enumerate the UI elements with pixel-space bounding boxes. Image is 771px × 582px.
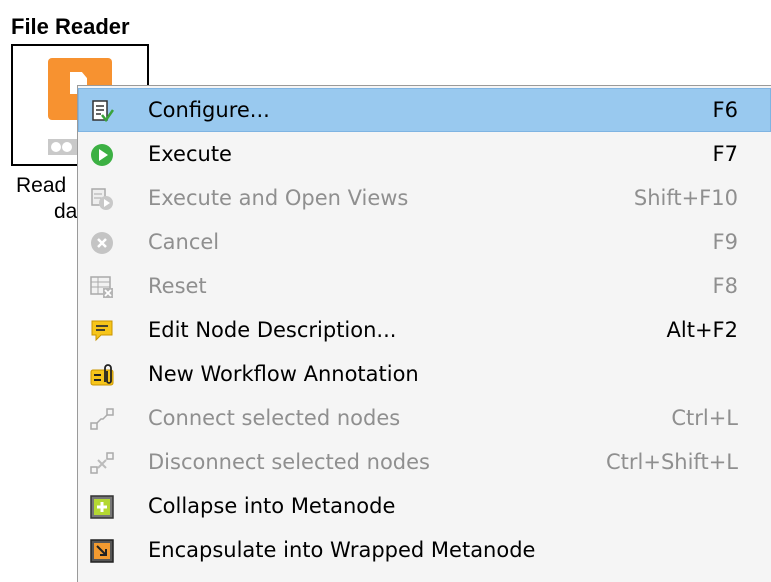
menu-item-label: Cancel — [148, 230, 220, 254]
menu-item-cancel[interactable]: Cancel F9 — [78, 220, 771, 264]
menu-item-collapse-into-metanode[interactable]: Collapse into Metanode — [78, 484, 771, 528]
menu-item-shortcut: Alt+F2 — [666, 318, 738, 342]
menu-item-shortcut: Shift+F10 — [633, 186, 738, 210]
menu-item-new-workflow-annotation[interactable]: New Workflow Annotation — [78, 352, 771, 396]
node-label[interactable]: Read da — [16, 173, 86, 225]
node-label-line: Read — [16, 174, 67, 197]
menu-item-configure[interactable]: Configure... F6 — [78, 88, 771, 132]
execute-open-views-icon — [90, 187, 114, 211]
menu-item-label: Encapsulate into Wrapped Metanode — [148, 538, 536, 562]
menu-item-label: Collapse into Metanode — [148, 494, 396, 518]
disconnect-nodes-icon — [90, 451, 114, 475]
menu-item-shortcut: F6 — [712, 98, 738, 122]
menu-item-execute[interactable]: Execute F7 — [78, 132, 771, 176]
collapse-metanode-icon — [90, 495, 114, 519]
configure-icon — [90, 99, 114, 123]
annotation-icon — [90, 363, 114, 387]
execute-icon — [90, 143, 114, 167]
edit-description-icon — [90, 319, 114, 343]
menu-item-connect-selected-nodes[interactable]: Connect selected nodes Ctrl+L — [78, 396, 771, 440]
cancel-icon — [90, 231, 114, 255]
menu-item-reset[interactable]: Reset F8 — [78, 264, 771, 308]
node-label-line: da — [54, 200, 78, 223]
menu-item-disconnect-selected-nodes[interactable]: Disconnect selected nodes Ctrl+Shift+L — [78, 440, 771, 484]
menu-item-label: Configure... — [148, 98, 270, 122]
menu-item-label: Execute — [148, 142, 232, 166]
menu-item-label: Edit Node Description... — [148, 318, 397, 342]
menu-item-shortcut: F9 — [712, 230, 738, 254]
context-menu: Configure... F6 Execute F7 Execute and O… — [77, 85, 771, 582]
menu-item-label: Execute and Open Views — [148, 186, 409, 210]
node-title: File Reader — [11, 14, 130, 39]
menu-item-shortcut: Ctrl+L — [671, 406, 738, 430]
menu-item-shortcut: F7 — [712, 142, 738, 166]
menu-item-label: New Workflow Annotation — [148, 362, 419, 386]
menu-item-shortcut: Ctrl+Shift+L — [606, 450, 738, 474]
menu-item-encapsulate-into-wrapped-metanode[interactable]: Encapsulate into Wrapped Metanode — [78, 528, 771, 572]
menu-item-shortcut: F8 — [712, 274, 738, 298]
menu-item-label: Disconnect selected nodes — [148, 450, 431, 474]
menu-item-edit-node-description[interactable]: Edit Node Description... Alt+F2 — [78, 308, 771, 352]
menu-item-label: Connect selected nodes — [148, 406, 401, 430]
menu-item-label: Reset — [148, 274, 207, 298]
connect-nodes-icon — [90, 407, 114, 431]
reset-icon — [90, 275, 114, 299]
encapsulate-wrapped-metanode-icon — [90, 539, 114, 563]
menu-item-execute-and-open-views[interactable]: Execute and Open Views Shift+F10 — [78, 176, 771, 220]
